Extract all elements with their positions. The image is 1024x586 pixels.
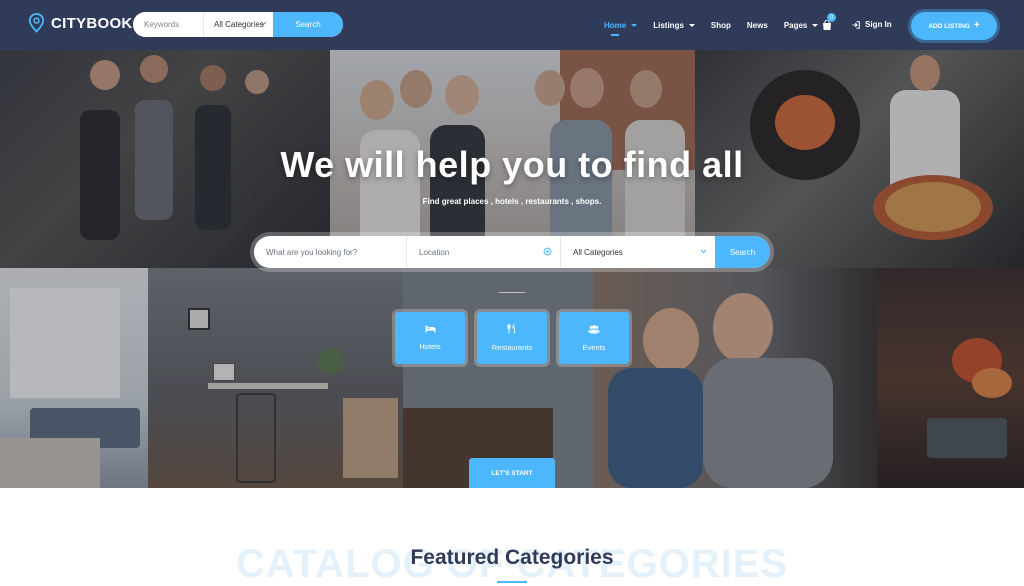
category-value: All Categories — [573, 247, 623, 257]
chevron-down-icon — [260, 21, 267, 26]
hero-section: We will help you to find all Find great … — [0, 50, 1024, 488]
caret-down-icon — [812, 23, 819, 27]
nav-item-label: Listings — [653, 20, 684, 30]
nav-item-news[interactable]: News — [747, 21, 768, 30]
main-search-bar: What are you looking for? Location All C… — [250, 232, 774, 272]
nav-item-home[interactable]: Home — [604, 20, 638, 36]
sign-in-link[interactable]: Sign In — [852, 20, 892, 29]
header-search: All Categories Search — [133, 12, 343, 37]
what-placeholder: What are you looking for? — [266, 247, 358, 257]
category-label: Hotels — [419, 342, 441, 351]
category-label: Events — [582, 342, 606, 352]
cart-count-badge: 0 — [827, 13, 836, 22]
hero-subtitle: Find great places , hotels , restaurants… — [422, 197, 602, 206]
featured-categories-title: Featured Categories — [410, 546, 614, 569]
header-search-button[interactable]: Search — [273, 12, 343, 37]
title-underline — [497, 581, 527, 583]
brand-name: CITYBOOK — [51, 14, 133, 32]
nav-item-label: News — [746, 20, 768, 30]
nav-item-label: Home — [604, 20, 627, 30]
category-hotels-button[interactable]: Hotels — [395, 312, 465, 364]
hero-title: We will help you to find all — [280, 144, 744, 185]
cart-button[interactable]: 0 — [822, 13, 836, 36]
sign-in-icon — [852, 20, 860, 29]
hero-divider — [499, 292, 525, 293]
cutlery-icon — [507, 324, 515, 334]
add-listing-label: ADD LISTING — [928, 22, 970, 30]
main-search-button[interactable]: Search — [715, 236, 770, 268]
nav-item-label: Pages — [783, 20, 808, 30]
main-nav: Home Listings Shop News Pages — [604, 0, 834, 50]
location-target-icon — [543, 247, 552, 256]
header-category-value: All Categories — [214, 20, 264, 29]
nav-item-listings[interactable]: Listings — [653, 21, 695, 30]
lets-start-button[interactable]: LET'S START — [469, 458, 555, 488]
category-select[interactable]: All Categories — [561, 236, 715, 268]
caret-down-icon — [688, 23, 695, 27]
category-label: Restaurants — [491, 343, 533, 352]
bed-icon — [425, 325, 435, 333]
nav-item-pages[interactable]: Pages — [784, 21, 819, 30]
category-events-button[interactable]: Events — [559, 312, 629, 364]
logo[interactable]: CITYBOOK — [28, 13, 133, 33]
sign-in-label: Sign In — [865, 20, 892, 29]
nav-item-shop[interactable]: Shop — [711, 21, 731, 30]
location-input[interactable]: Location — [407, 236, 561, 268]
plus-icon: + — [973, 20, 980, 31]
chevron-down-icon — [700, 249, 707, 254]
category-restaurants-button[interactable]: Restaurants — [477, 312, 547, 364]
users-icon — [588, 324, 600, 333]
add-listing-button[interactable]: ADD LISTING + — [911, 12, 997, 40]
caret-down-icon — [631, 23, 638, 27]
header-category-select[interactable]: All Categories — [203, 12, 273, 37]
what-search-input[interactable]: What are you looking for? — [254, 236, 407, 268]
keywords-input[interactable] — [133, 12, 203, 37]
category-buttons: Hotels Restaurants Events — [395, 312, 629, 364]
nav-item-label: Shop — [710, 20, 731, 30]
map-pin-logo-icon — [28, 13, 45, 33]
location-placeholder: Location — [419, 247, 450, 257]
top-header: CITYBOOK All Categories Search Home List… — [0, 0, 1024, 50]
